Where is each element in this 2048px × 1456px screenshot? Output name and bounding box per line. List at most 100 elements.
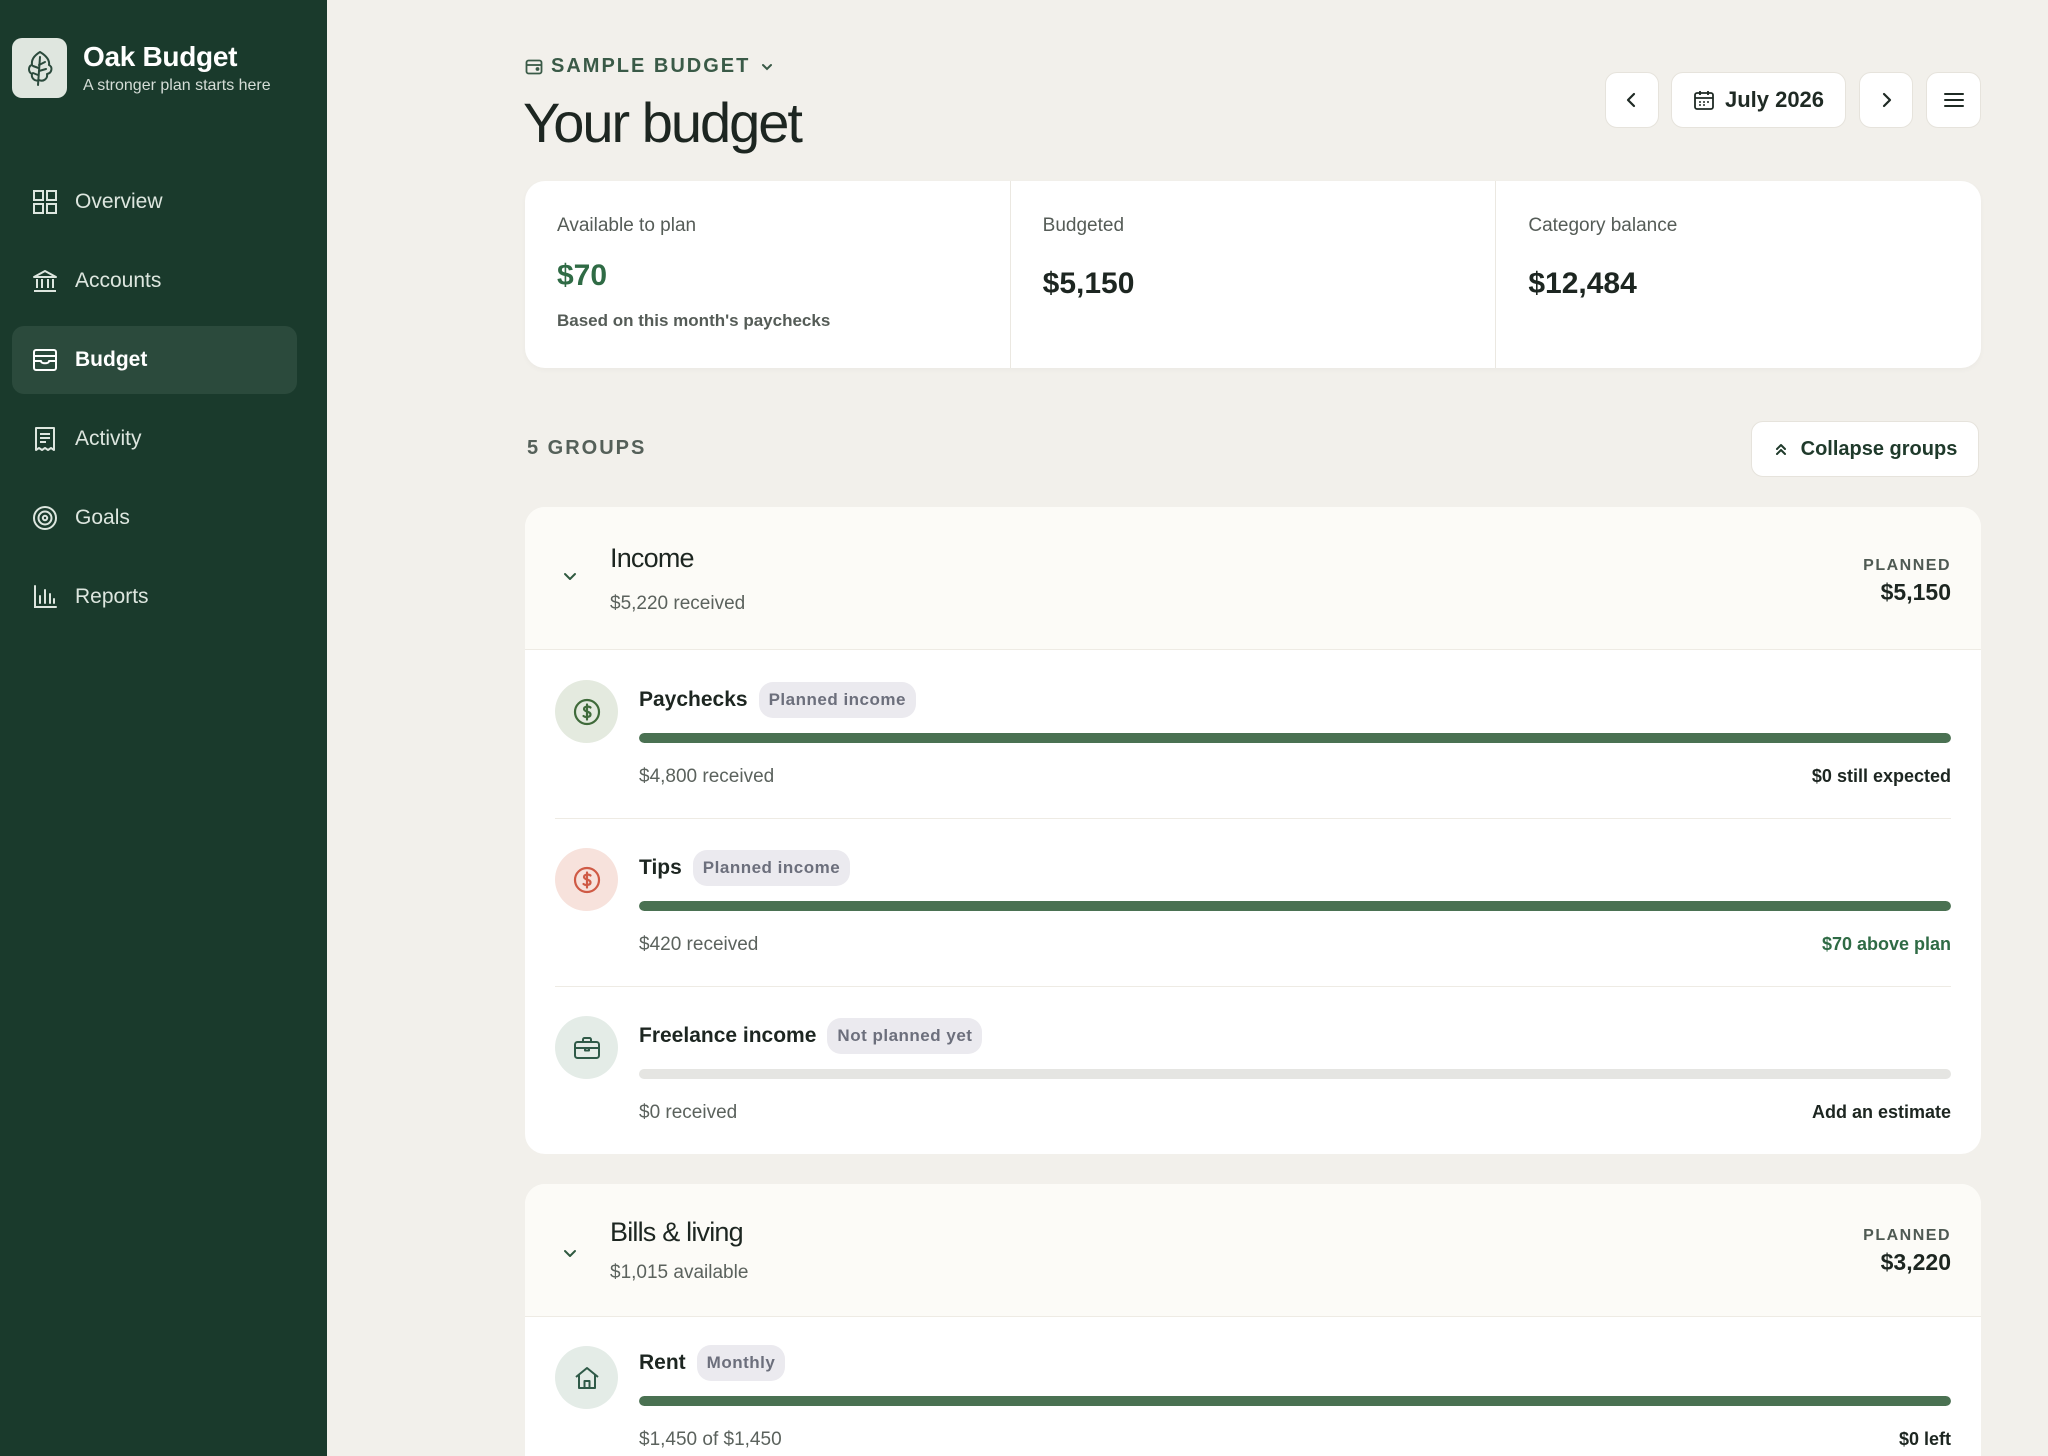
dollar-icon bbox=[555, 680, 618, 743]
calendar-icon bbox=[1693, 89, 1715, 111]
category-row-rent[interactable]: Rent Monthly $1,450 of $1,450 $0 left bbox=[525, 1317, 1981, 1456]
category-status: $0 left bbox=[1898, 1429, 1951, 1449]
budgeted-label: Budgeted bbox=[1042, 215, 1125, 236]
progress-bar bbox=[639, 1069, 1951, 1079]
category-badge: Monthly bbox=[696, 1345, 786, 1381]
chevron-down-icon[interactable] bbox=[561, 1244, 579, 1262]
brand[interactable]: Oak Budget A stronger plan starts here bbox=[12, 38, 271, 98]
grid-icon bbox=[31, 188, 59, 216]
category-row-freelance-income[interactable]: Freelance income Not planned yet $0 rece… bbox=[525, 986, 1981, 1154]
sidebar-item-accounts[interactable]: Accounts bbox=[12, 247, 297, 315]
menu-icon bbox=[1943, 91, 1965, 109]
category-status: $70 above plan bbox=[1821, 934, 1951, 954]
sidebar-item-reports[interactable]: Reports bbox=[12, 563, 297, 631]
chevron-left-icon bbox=[1623, 91, 1641, 109]
previous-month-button[interactable] bbox=[1605, 72, 1659, 128]
month-picker-button[interactable]: July 2026 bbox=[1671, 72, 1846, 128]
sidebar-item-overview[interactable]: Overview bbox=[12, 168, 297, 236]
bar-chart-icon bbox=[31, 583, 59, 611]
available-note: Based on this month's paychecks bbox=[557, 311, 831, 330]
next-month-button[interactable] bbox=[1859, 72, 1913, 128]
budget-name: SAMPLE BUDGET bbox=[551, 55, 751, 77]
category-name: Rent bbox=[639, 1351, 686, 1374]
chevrons-up-icon bbox=[1773, 441, 1789, 457]
category-received: $420 received bbox=[639, 934, 759, 955]
chevron-down-icon[interactable] bbox=[561, 567, 579, 585]
menu-button[interactable] bbox=[1926, 72, 1981, 128]
group-header[interactable]: Income $5,220 received PLANNED $5,150 bbox=[525, 507, 1981, 650]
groups-count: 5 GROUPS bbox=[527, 437, 647, 459]
progress-fill bbox=[639, 901, 1951, 911]
sidebar-item-label: Reports bbox=[75, 585, 149, 608]
group-summary: $5,220 received bbox=[610, 593, 746, 614]
category-balance: Category balance $12,484 bbox=[1495, 181, 1981, 368]
budgeted-value: $5,150 bbox=[1042, 267, 1135, 300]
progress-bar bbox=[639, 1396, 1951, 1406]
budget-summary-card: Available to plan $70 Based on this mont… bbox=[525, 181, 1981, 368]
sidebar-item-budget[interactable]: Budget bbox=[12, 326, 297, 394]
sidebar-item-label: Activity bbox=[75, 427, 142, 450]
available-value: $70 bbox=[557, 259, 608, 292]
sidebar-item-label: Overview bbox=[75, 190, 163, 213]
group-planned: PLANNED $5,150 bbox=[1863, 557, 1951, 606]
category-name: Freelance income bbox=[639, 1024, 817, 1047]
sidebar-item-label: Goals bbox=[75, 506, 130, 529]
wallet-icon bbox=[31, 346, 59, 374]
group-header[interactable]: Bills & living $1,015 available PLANNED … bbox=[525, 1184, 1981, 1317]
planned-value: $5,150 bbox=[1880, 579, 1951, 605]
planned-label: PLANNED bbox=[1863, 1227, 1951, 1244]
progress-bar bbox=[639, 733, 1951, 743]
app-name: Oak Budget bbox=[83, 41, 238, 72]
planned-value: $3,220 bbox=[1880, 1249, 1951, 1275]
wallet-icon bbox=[525, 58, 543, 76]
bank-icon bbox=[31, 267, 59, 295]
category-badge: Planned income bbox=[692, 850, 851, 886]
chevron-down-icon bbox=[760, 60, 774, 74]
category-name: Tips bbox=[639, 856, 682, 879]
category-name: Paychecks bbox=[639, 688, 748, 711]
target-icon bbox=[31, 504, 59, 532]
sidebar-item-label: Accounts bbox=[75, 269, 162, 292]
budget-group-bills-living: Bills & living $1,015 available PLANNED … bbox=[525, 1184, 1981, 1456]
current-month: July 2026 bbox=[1724, 87, 1825, 112]
progress-bar bbox=[639, 901, 1951, 911]
briefcase-icon bbox=[555, 1016, 618, 1079]
group-name: Bills & living bbox=[610, 1217, 744, 1247]
balance-value: $12,484 bbox=[1528, 267, 1637, 300]
collapse-groups-label: Collapse groups bbox=[1800, 437, 1958, 460]
category-badge: Planned income bbox=[758, 682, 916, 718]
group-planned: PLANNED $3,220 bbox=[1863, 1227, 1951, 1276]
chevron-right-icon bbox=[1877, 91, 1895, 109]
budget-switcher[interactable]: SAMPLE BUDGET bbox=[525, 55, 774, 78]
page-title: Your budget bbox=[523, 91, 803, 154]
category-row-paychecks[interactable]: Paychecks Planned income $4,800 received… bbox=[525, 650, 1981, 818]
collapse-groups-button[interactable]: Collapse groups bbox=[1751, 421, 1979, 477]
sidebar-item-activity[interactable]: Activity bbox=[12, 405, 297, 473]
oak-leaf-icon bbox=[12, 38, 67, 98]
progress-fill bbox=[639, 733, 1951, 743]
add-estimate-link[interactable]: Add an estimate bbox=[1812, 1102, 1951, 1123]
planned-label: PLANNED bbox=[1863, 557, 1951, 574]
dollar-icon bbox=[555, 848, 618, 911]
group-summary: $1,015 available bbox=[610, 1262, 749, 1283]
budget-group-income: Income $5,220 received PLANNED $5,150 Pa… bbox=[525, 507, 1981, 1154]
category-received: $4,800 received bbox=[639, 766, 775, 787]
sidebar-item-goals[interactable]: Goals bbox=[12, 484, 297, 552]
home-icon bbox=[555, 1346, 618, 1409]
budgeted-total: Budgeted $5,150 bbox=[1009, 181, 1496, 368]
progress-fill bbox=[639, 1396, 1951, 1406]
category-badge: Not planned yet bbox=[827, 1018, 983, 1054]
category-status: $0 still expected bbox=[1811, 766, 1951, 786]
group-name: Income bbox=[610, 543, 695, 573]
available-to-plan: Available to plan $70 Based on this mont… bbox=[525, 181, 1010, 368]
receipt-icon bbox=[31, 425, 59, 453]
sidebar: Oak Budget A stronger plan starts here O… bbox=[0, 0, 327, 1456]
app-tagline: A stronger plan starts here bbox=[83, 77, 271, 94]
available-label: Available to plan bbox=[557, 215, 697, 236]
category-received: $0 received bbox=[639, 1102, 738, 1123]
category-row-tips[interactable]: Tips Planned income $420 received $70 ab… bbox=[525, 818, 1981, 986]
sidebar-nav: Overview Accounts Budget Activity Goals bbox=[12, 168, 297, 642]
balance-label: Category balance bbox=[1528, 215, 1678, 236]
sidebar-item-label: Budget bbox=[75, 348, 148, 371]
category-spent: $1,450 of $1,450 bbox=[639, 1429, 782, 1450]
